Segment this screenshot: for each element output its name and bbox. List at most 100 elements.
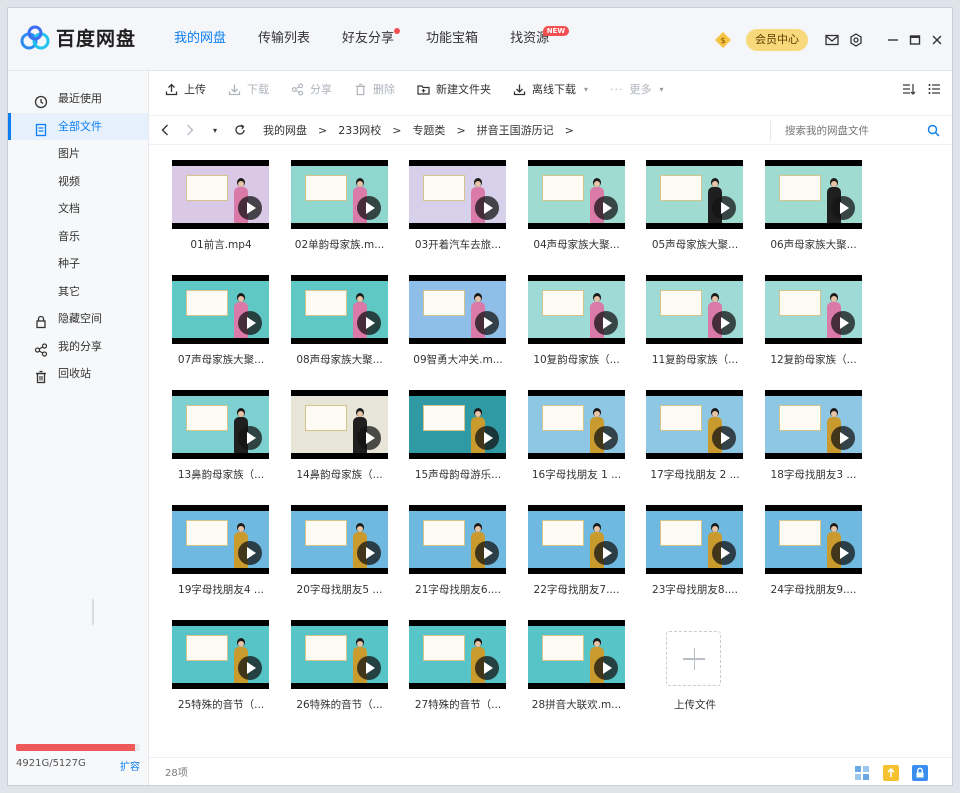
video-file-tile[interactable]: 21字母找朋友6....: [409, 505, 507, 615]
video-file-tile[interactable]: 06声母家族大聚...: [764, 160, 863, 270]
video-file-tile[interactable]: 10复韵母家族（...: [527, 275, 626, 385]
upload-button[interactable]: 上传: [165, 81, 206, 97]
file-name: 08声母家族大聚...: [296, 354, 383, 366]
sidebar-item-all-files[interactable]: 全部文件: [8, 112, 148, 140]
sidebar-item-torrents[interactable]: 种子: [8, 250, 148, 278]
video-file-tile[interactable]: 24字母找朋友9....: [764, 505, 863, 615]
tab-my-disk[interactable]: 我的网盘: [158, 8, 242, 71]
breadcrumb-separator[interactable]: >: [565, 124, 574, 137]
video-file-tile[interactable]: 14鼻韵母家族（...: [290, 390, 389, 500]
sidebar-item-others[interactable]: 其它: [8, 278, 148, 306]
video-file-tile[interactable]: 18字母找朋友3 ...: [764, 390, 863, 500]
video-file-tile[interactable]: 15声母韵母游乐...: [409, 390, 507, 500]
history-dropdown-icon[interactable]: ▾: [206, 121, 224, 139]
sidebar-item-music[interactable]: 音乐: [8, 223, 148, 251]
mail-icon[interactable]: [822, 30, 842, 50]
storage-quota: 4921G/5127G 扩容: [16, 744, 140, 773]
play-icon: [593, 426, 618, 450]
sidebar-resize-handle[interactable]: [92, 599, 94, 625]
cloud-logo-icon: [20, 25, 50, 51]
video-file-tile[interactable]: 09智勇大冲关.m...: [409, 275, 507, 385]
tab-find-resources[interactable]: 找资源 NEW: [494, 8, 570, 71]
quota-fill: [16, 744, 136, 751]
forward-icon[interactable]: [181, 121, 199, 139]
apps-grid-icon[interactable]: [853, 764, 870, 781]
breadcrumb: 我的网盘 > 233网校 > 专题类 > 拼音王国游历记 >: [263, 122, 585, 138]
app-title: 百度网盘: [56, 28, 137, 50]
video-file-tile[interactable]: 03开着汽车去旅...: [409, 160, 507, 270]
play-icon: [238, 311, 262, 335]
download-button[interactable]: 下载: [228, 81, 269, 97]
file-name: 02单韵母家族.m...: [294, 239, 385, 251]
expand-storage-link[interactable]: 扩容: [120, 758, 140, 773]
list-view-icon[interactable]: [924, 80, 944, 98]
close-icon[interactable]: [926, 29, 948, 51]
file-name: 18字母找朋友3 ...: [770, 469, 857, 481]
file-name: 03开着汽车去旅...: [414, 239, 502, 251]
share-button[interactable]: 分享: [291, 81, 332, 97]
vip-center-button[interactable]: 会员中心: [746, 28, 808, 51]
video-file-tile[interactable]: 05声母家族大聚...: [646, 160, 744, 270]
more-button[interactable]: ··· 更多 ▾: [610, 81, 664, 97]
upload-arrow-icon[interactable]: [882, 764, 899, 781]
video-file-tile[interactable]: 17字母找朋友 2 ...: [646, 390, 744, 500]
offline-download-button[interactable]: 离线下载 ▾: [513, 81, 588, 97]
maximize-icon[interactable]: [904, 29, 926, 51]
video-thumbnail: [764, 275, 862, 344]
sort-icon[interactable]: [899, 80, 919, 98]
new-folder-button[interactable]: 新建文件夹: [417, 81, 491, 97]
upload-file-tile[interactable]: 上传文件: [646, 620, 744, 730]
minimize-icon[interactable]: [882, 29, 904, 51]
sidebar-item-videos[interactable]: 视频: [8, 168, 148, 196]
video-file-tile[interactable]: 02单韵母家族.m...: [290, 160, 389, 270]
sidebar-item-my-shares[interactable]: 我的分享: [8, 333, 148, 361]
search-input[interactable]: [785, 125, 915, 137]
lock-icon[interactable]: [911, 764, 928, 781]
video-file-tile[interactable]: 07声母家族大聚...: [172, 275, 270, 385]
video-file-tile[interactable]: 26特殊的音节（...: [290, 620, 389, 730]
vip-diamond-icon[interactable]: $: [714, 31, 732, 49]
video-file-tile[interactable]: 20字母找朋友5 ...: [290, 505, 389, 615]
breadcrumb-item-topics[interactable]: 专题类: [412, 122, 445, 138]
video-file-tile[interactable]: 23字母找朋友8....: [646, 505, 744, 615]
video-file-tile[interactable]: 13鼻韵母家族（...: [172, 390, 270, 500]
file-name: 11复韵母家族（...: [651, 354, 739, 366]
video-file-tile[interactable]: 11复韵母家族（...: [646, 275, 744, 385]
play-icon: [238, 196, 262, 220]
back-icon[interactable]: [156, 121, 174, 139]
video-file-tile[interactable]: 04声母家族大聚...: [527, 160, 626, 270]
sidebar-item-images[interactable]: 图片: [8, 140, 148, 168]
video-thumbnail: [764, 390, 862, 459]
tab-toolbox[interactable]: 功能宝箱: [410, 8, 494, 71]
upload-icon: [165, 83, 178, 95]
tab-transfer-list[interactable]: 传输列表: [242, 8, 326, 71]
video-file-tile[interactable]: 25特殊的音节（...: [172, 620, 270, 730]
video-file-tile[interactable]: 01前言.mp4: [172, 160, 270, 270]
file-name: 27特殊的音节（...: [414, 699, 502, 711]
video-thumbnail: [409, 620, 506, 689]
sidebar-item-documents[interactable]: 文档: [8, 195, 148, 223]
video-file-tile[interactable]: 19字母找朋友4 ...: [172, 505, 270, 615]
video-file-tile[interactable]: 16字母找朋友 1 ...: [527, 390, 626, 500]
video-file-tile[interactable]: 08声母家族大聚...: [290, 275, 389, 385]
settings-gear-icon[interactable]: [846, 30, 866, 50]
delete-button[interactable]: 删除: [354, 81, 395, 97]
search-icon[interactable]: [927, 124, 940, 140]
breadcrumb-item-my-disk[interactable]: 我的网盘: [263, 122, 307, 138]
file-name: 26特殊的音节（...: [296, 699, 383, 711]
video-file-tile[interactable]: 22字母找朋友7....: [527, 505, 626, 615]
sidebar-item-recycle-bin[interactable]: 回收站: [8, 360, 148, 388]
sidebar-item-hidden-space[interactable]: 隐藏空间: [8, 305, 148, 333]
tab-friend-share[interactable]: 好友分享: [326, 8, 410, 71]
play-icon: [475, 196, 499, 220]
sidebar-item-recent[interactable]: 最近使用: [8, 85, 148, 113]
video-file-tile[interactable]: 12复韵母家族（...: [764, 275, 863, 385]
breadcrumb-item-current[interactable]: 拼音王国游历记: [477, 122, 554, 138]
play-icon: [238, 426, 262, 450]
refresh-icon[interactable]: [231, 121, 249, 139]
video-file-tile[interactable]: 27特殊的音节（...: [409, 620, 507, 730]
search-box: [770, 121, 940, 141]
video-file-tile[interactable]: 28拼音大联欢.m...: [527, 620, 626, 730]
breadcrumb-item-233[interactable]: 233网校: [338, 122, 381, 138]
video-thumbnail: [290, 390, 388, 459]
